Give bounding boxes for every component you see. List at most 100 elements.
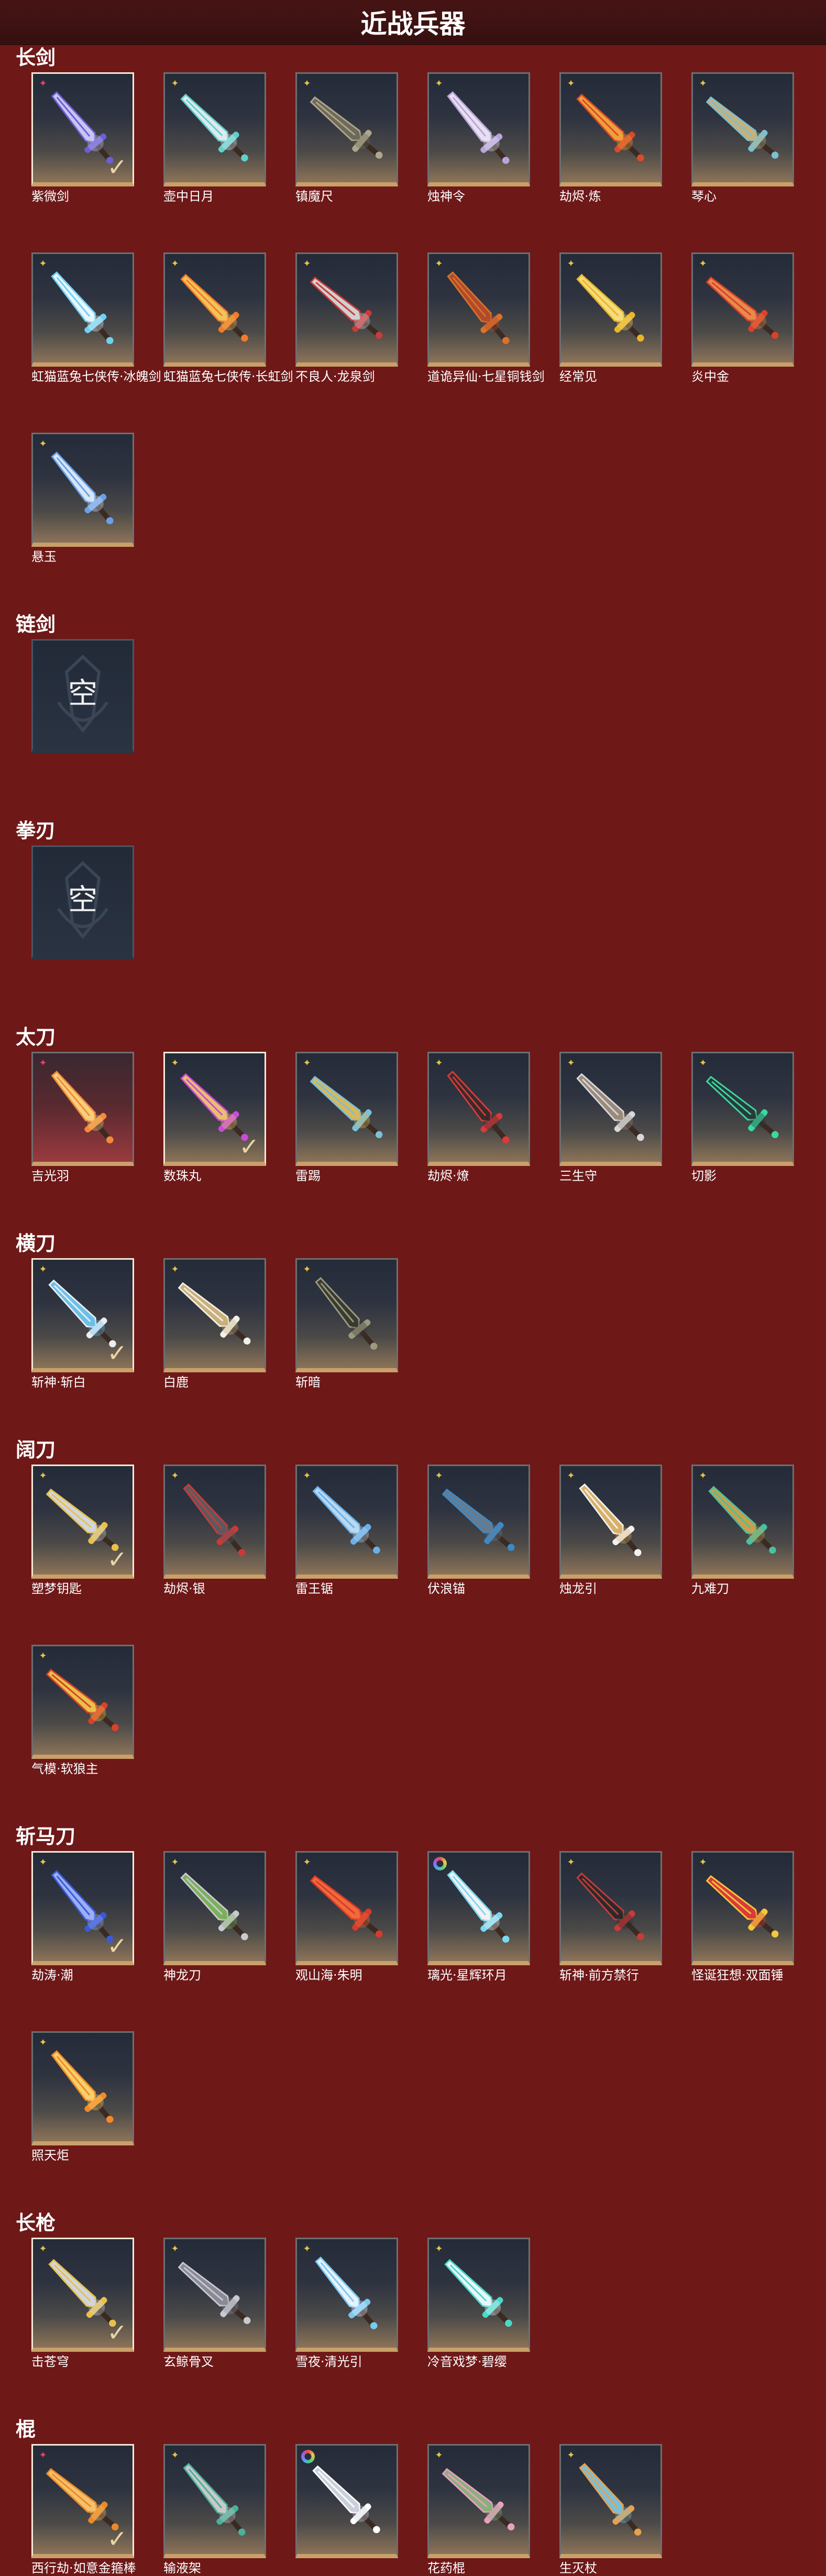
- weapon-card[interactable]: ✦: [31, 2031, 134, 2145]
- weapon-name: 斩神·斩白: [31, 1375, 86, 1390]
- weapon-slot[interactable]: ✦ 道诡异仙·七星铜钱剑: [427, 252, 545, 384]
- weapon-card[interactable]: ✦: [427, 1465, 530, 1579]
- weapon-slot[interactable]: ✦ 雷王锯: [295, 1465, 398, 1596]
- weapon-slot[interactable]: ✦ 经常见: [559, 252, 662, 384]
- weapon-slot[interactable]: ✦ 怪诞狂想·双面锤: [691, 1851, 794, 1983]
- weapon-slot[interactable]: ✦ 三生守: [559, 1052, 662, 1183]
- weapon-slot[interactable]: ✦ 劫烬·银: [163, 1465, 266, 1596]
- weapon-card[interactable]: ✦: [31, 1052, 134, 1166]
- weapon-slot[interactable]: ✦ 虹猫蓝兔七侠传·长虹剑: [163, 252, 293, 384]
- weapon-card[interactable]: ✦: [163, 1465, 266, 1579]
- weapon-slot[interactable]: ✦ 斩暗: [295, 1258, 398, 1390]
- weapon-slot[interactable]: ✦ 烛神令: [427, 72, 530, 204]
- weapon-slot[interactable]: ✦ 伏浪锚: [427, 1465, 530, 1596]
- empty-weapon-slot[interactable]: 空: [31, 639, 134, 753]
- weapon-card[interactable]: ✦ ✓: [31, 2444, 134, 2558]
- weapon-slot[interactable]: ✦ 切影: [691, 1052, 794, 1183]
- weapon-card[interactable]: ✦: [427, 2444, 530, 2558]
- gold-cross-icon: ✦: [171, 78, 179, 89]
- weapon-card[interactable]: ✦: [163, 2238, 266, 2352]
- weapon-card[interactable]: ✦: [295, 1851, 398, 1965]
- weapon-card[interactable]: ✦: [427, 72, 530, 186]
- weapon-card[interactable]: ✦: [559, 1465, 662, 1579]
- weapon-card[interactable]: ✦: [691, 1052, 794, 1166]
- weapon-name: 镇魔尺: [295, 189, 333, 204]
- weapon-slot[interactable]: ✦ 不良人·龙泉剑: [295, 252, 398, 384]
- weapon-slot[interactable]: ✦ 冷音戏梦·碧缨: [427, 2238, 530, 2369]
- weapon-card[interactable]: ✦ ✓: [31, 1465, 134, 1579]
- weapon-slot[interactable]: ✦ ✓ 劫涛·潮: [31, 1851, 134, 1983]
- weapon-slot[interactable]: ✦ ✓ 西行劫·如意金箍棒: [31, 2444, 136, 2575]
- weapon-card[interactable]: ✦: [559, 72, 662, 186]
- weapon-slot[interactable]: ✦ 观山海·朱明: [295, 1851, 398, 1983]
- weapon-slot[interactable]: ✦ 输液架: [163, 2444, 266, 2575]
- weapon-card[interactable]: ✦: [427, 1052, 530, 1166]
- weapon-card[interactable]: ✦: [163, 72, 266, 186]
- weapon-card[interactable]: [427, 1851, 530, 1965]
- weapon-card[interactable]: ✦: [427, 252, 530, 367]
- weapon-slot[interactable]: ✦ 壶中日月: [163, 72, 266, 204]
- weapon-slot[interactable]: ✦ 花药棍: [427, 2444, 530, 2575]
- weapon-card[interactable]: ✦ ✓: [31, 1258, 134, 1372]
- weapon-slot[interactable]: ✦ 琴心: [691, 72, 794, 204]
- empty-weapon-slot[interactable]: 空: [31, 845, 134, 960]
- weapon-slot[interactable]: ✦ 悬玉: [31, 433, 134, 564]
- weapon-card[interactable]: ✦ ✓: [31, 2238, 134, 2352]
- weapon-slot[interactable]: ✦ 吉光羽: [31, 1052, 134, 1183]
- weapon-slot[interactable]: ✦ 白鹿: [163, 1258, 266, 1390]
- weapon-card[interactable]: ✦: [295, 1052, 398, 1166]
- weapon-card[interactable]: ✦ ✓: [31, 72, 134, 186]
- weapon-slot[interactable]: ✦ 斩神·前方禁行: [559, 1851, 662, 1983]
- weapon-slot[interactable]: ✦ 雪夜·清光引: [295, 2238, 398, 2369]
- weapon-image: [51, 2050, 114, 2123]
- weapon-slot[interactable]: 璃光·星辉环月: [427, 1851, 530, 1983]
- weapon-slot[interactable]: ✦ 劫烬·燎: [427, 1052, 530, 1183]
- weapon-card[interactable]: 空: [31, 639, 134, 753]
- weapon-slot[interactable]: ✦ 神龙刀: [163, 1851, 266, 1983]
- weapon-card[interactable]: ✦: [559, 2444, 662, 2558]
- weapon-card[interactable]: ✦: [295, 2238, 398, 2352]
- weapon-card[interactable]: ✦: [163, 2444, 266, 2558]
- weapon-card[interactable]: ✦: [31, 1645, 134, 1759]
- weapon-card[interactable]: ✦: [295, 1258, 398, 1372]
- weapon-slot[interactable]: ✦ 气模·软狼主: [31, 1645, 134, 1776]
- weapon-card[interactable]: ✦: [427, 2238, 530, 2352]
- weapon-card[interactable]: ✦ ✓: [163, 1052, 266, 1166]
- weapon-card[interactable]: [295, 2444, 398, 2558]
- weapon-slot[interactable]: ✦ ✓ 紫微剑: [31, 72, 134, 204]
- weapon-slot[interactable]: ✦ 玄鲸骨叉: [163, 2238, 266, 2369]
- weapon-card[interactable]: ✦ ✓: [31, 1851, 134, 1965]
- weapon-card[interactable]: ✦: [295, 72, 398, 186]
- weapon-card[interactable]: ✦: [295, 1465, 398, 1579]
- weapon-card[interactable]: ✦: [163, 1851, 266, 1965]
- weapon-card[interactable]: ✦: [559, 252, 662, 367]
- weapon-card[interactable]: ✦: [163, 1258, 266, 1372]
- weapon-card[interactable]: ✦: [691, 252, 794, 367]
- weapon-slot[interactable]: ✦ 虹猫蓝兔七侠传·冰魄剑: [31, 252, 161, 384]
- weapon-slot[interactable]: ✦ 九难刀: [691, 1465, 794, 1596]
- weapon-slot[interactable]: ✦ ✓ 塑梦钥匙: [31, 1465, 134, 1596]
- weapon-slot[interactable]: ✦ 生灭杖: [559, 2444, 662, 2575]
- weapon-card[interactable]: ✦: [163, 252, 266, 367]
- weapon-card[interactable]: 空: [31, 845, 134, 960]
- weapon-card[interactable]: ✦: [559, 1052, 662, 1166]
- weapon-card[interactable]: ✦: [295, 252, 398, 367]
- weapon-slot[interactable]: ✦ ✓ 击苍穹: [31, 2238, 134, 2369]
- weapon-slot[interactable]: ✦ ✓ 数珠丸: [163, 1052, 266, 1183]
- weapon-slot[interactable]: ✦ ✓ 斩神·斩白: [31, 1258, 134, 1390]
- weapon-card[interactable]: ✦: [691, 1465, 794, 1579]
- weapon-slot[interactable]: ✦ 照天炬: [31, 2031, 134, 2163]
- weapon-card[interactable]: ✦: [31, 433, 134, 547]
- weapon-card[interactable]: ✦: [559, 1851, 662, 1965]
- weapon-name: 神龙刀: [163, 1968, 201, 1983]
- weapon-slot[interactable]: ✦ 烛龙引: [559, 1465, 662, 1596]
- weapon-slot[interactable]: ✦ 雷踢: [295, 1052, 398, 1183]
- weapon-card[interactable]: ✦: [691, 72, 794, 186]
- weapon-name: 玄鲸骨叉: [163, 2354, 214, 2369]
- weapon-slot[interactable]: ✦ 炎中金: [691, 252, 794, 384]
- weapon-slot[interactable]: [295, 2444, 398, 2558]
- weapon-slot[interactable]: ✦ 劫烬·炼: [559, 72, 662, 204]
- weapon-card[interactable]: ✦: [691, 1851, 794, 1965]
- weapon-slot[interactable]: ✦ 镇魔尺: [295, 72, 398, 204]
- weapon-card[interactable]: ✦: [31, 252, 134, 367]
